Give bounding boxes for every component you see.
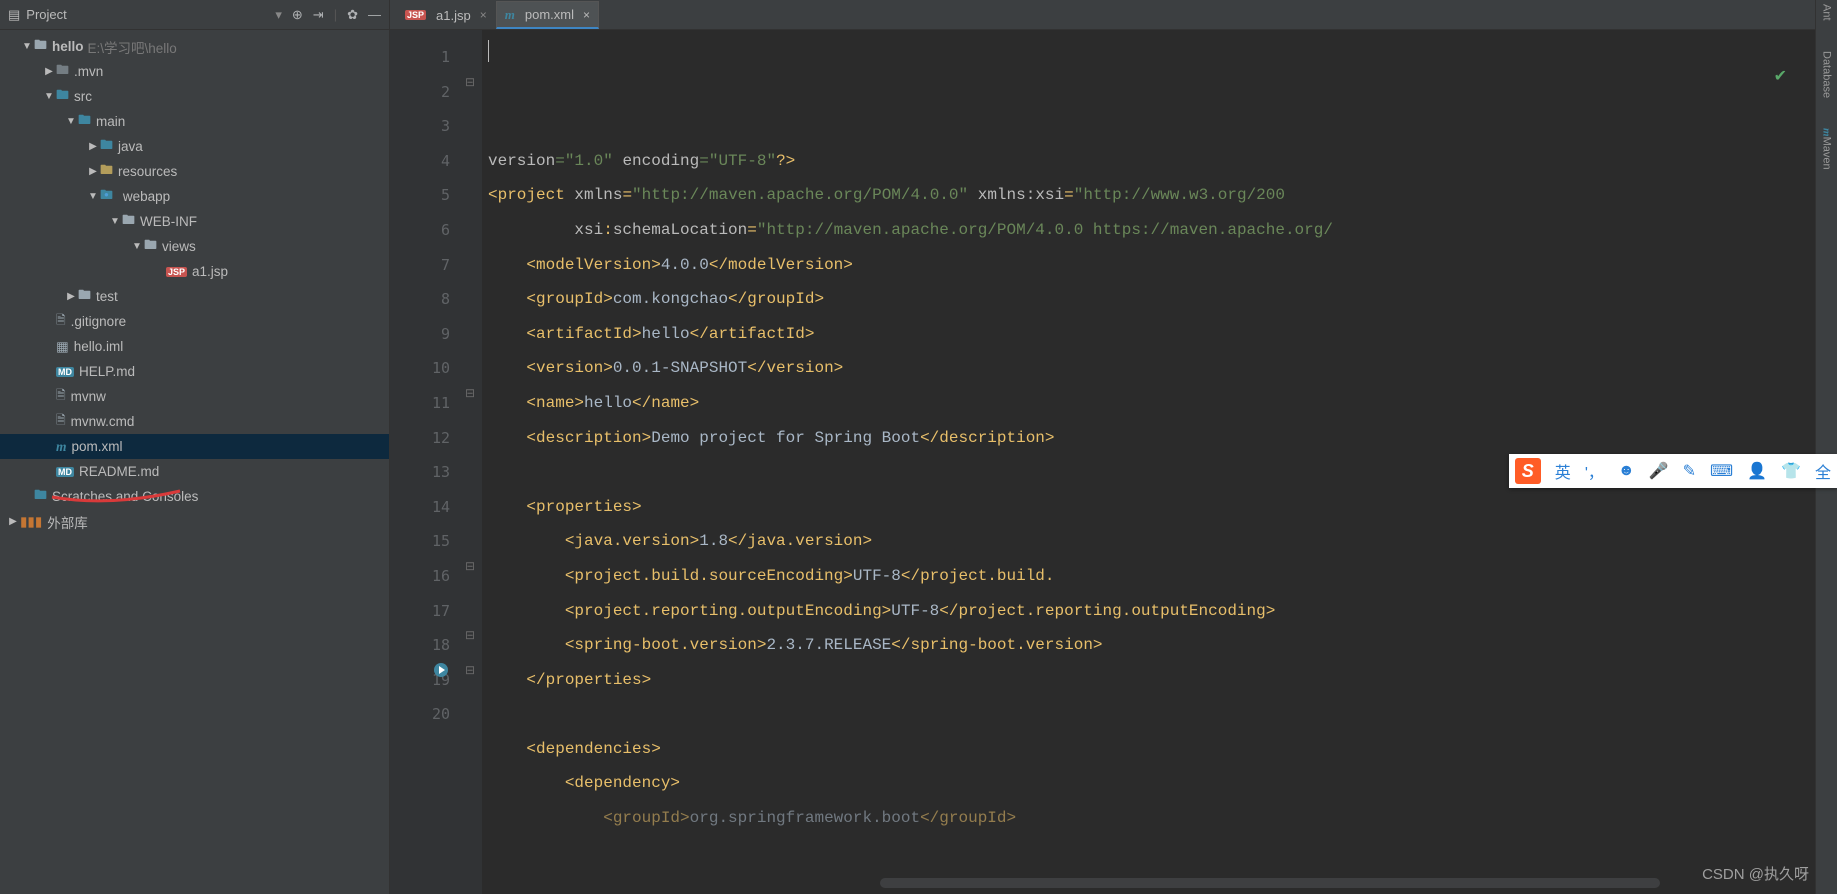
rail-database[interactable]: Database (1821, 51, 1833, 98)
expand-arrow-icon[interactable]: ▼ (42, 91, 56, 102)
tree-item-help-md[interactable]: MDHELP.md (0, 359, 389, 384)
fold-icon[interactable]: ⊟ (463, 663, 477, 677)
ime-pen-icon[interactable]: ✎ (1683, 461, 1696, 481)
tree-item-hello-iml[interactable]: ▦hello.iml (0, 334, 389, 359)
tree-item-scratches-and-consoles[interactable]: 🖿Scratches and Consoles (0, 484, 389, 509)
project-tree[interactable]: ▼🖿helloE:\学习吧\hello▶🖿.mvn▼🖿src▼🖿main▶🖿ja… (0, 30, 389, 894)
divider: | (334, 7, 337, 22)
right-tool-rail: Ant Database mMaven (1815, 0, 1837, 894)
inspection-ok-icon[interactable]: ✔ (1774, 66, 1787, 86)
ime-emoji-icon[interactable]: ☻ (1618, 462, 1635, 480)
ime-punct-icon[interactable]: '， (1585, 459, 1604, 483)
watermark: CSDN @执久呀 (1702, 863, 1809, 884)
expand-arrow-icon[interactable]: ▼ (86, 191, 100, 202)
tree-item-a1-jsp[interactable]: JSPa1.jsp (0, 259, 389, 284)
sidebar-header: ▤ Project ▾ ⊕ ⇥ | ✿ — (0, 0, 389, 30)
editor-area: JSPa1.jsp×mpom.xml× ✔ 123456789101112131… (390, 0, 1815, 894)
expand-arrow-icon[interactable]: ▼ (108, 216, 122, 227)
ime-skin-icon[interactable]: 👕 (1781, 461, 1801, 481)
locate-icon[interactable]: ⊕ (292, 7, 303, 23)
tab-pom-xml[interactable]: mpom.xml× (496, 1, 599, 29)
collapse-icon[interactable]: ⇥ (313, 7, 324, 23)
tree-item-pom-xml[interactable]: mpom.xml (0, 434, 389, 459)
fold-icon[interactable]: ⊟ (463, 386, 477, 400)
tree-item--mvn[interactable]: ▶🖿.mvn (0, 59, 389, 84)
ime-voice-icon[interactable]: 🎤 (1649, 461, 1669, 481)
expand-arrow-icon[interactable]: ▼ (20, 41, 34, 52)
tree-item-main[interactable]: ▼🖿main (0, 109, 389, 134)
fold-column[interactable]: ⊟ ⊟ ⊟ ⊟ ⊟ (460, 30, 482, 894)
expand-arrow-icon[interactable]: ▶ (86, 141, 100, 152)
tree-item-readme-md[interactable]: MDREADME.md (0, 459, 389, 484)
ime-user-icon[interactable]: 👤 (1747, 461, 1767, 481)
ime-full[interactable]: 全 (1815, 459, 1831, 483)
line-gutter[interactable]: 1234567891011121314151617181920 (390, 30, 460, 894)
fold-icon[interactable]: ⊟ (463, 628, 477, 642)
tree-item----[interactable]: ▶▮▮▮外部库 (0, 509, 389, 534)
expand-arrow-icon[interactable]: ▶ (86, 166, 100, 177)
tree-item-web-inf[interactable]: ▼🖿WEB-INF (0, 209, 389, 234)
run-config-icon[interactable] (432, 661, 450, 679)
expand-arrow-icon[interactable]: ▶ (42, 66, 56, 77)
expand-arrow-icon[interactable]: ▼ (64, 116, 78, 127)
expand-arrow-icon[interactable]: ▶ (64, 291, 78, 302)
horizontal-scrollbar[interactable] (880, 878, 1660, 888)
close-icon[interactable]: × (583, 8, 590, 22)
editor-tabs: JSPa1.jsp×mpom.xml× (390, 0, 1815, 30)
fold-icon[interactable]: ⊟ (463, 559, 477, 573)
ime-toolbar[interactable]: S 英 '， ☻ 🎤 ✎ ⌨ 👤 👕 全 (1509, 454, 1837, 488)
ime-keyboard-icon[interactable]: ⌨ (1710, 461, 1733, 481)
expand-arrow-icon[interactable]: ▶ (6, 516, 20, 527)
fold-icon[interactable]: ⊟ (463, 75, 477, 89)
tree-item-src[interactable]: ▼🖿src (0, 84, 389, 109)
rail-ant[interactable]: Ant (1821, 4, 1833, 21)
text-caret (488, 40, 489, 62)
tree-item-mvnw[interactable]: 🗎mvnw (0, 384, 389, 409)
chevron-down-icon[interactable]: ▾ (275, 7, 282, 23)
project-sidebar: ▤ Project ▾ ⊕ ⇥ | ✿ — ▼🖿helloE:\学习吧\hell… (0, 0, 390, 894)
tree-item-mvnw-cmd[interactable]: 🗎mvnw.cmd (0, 409, 389, 434)
close-icon[interactable]: × (480, 8, 487, 22)
gear-icon[interactable]: ✿ (347, 7, 358, 23)
tree-item-hello[interactable]: ▼🖿helloE:\学习吧\hello (0, 34, 389, 59)
tab-a1-jsp[interactable]: JSPa1.jsp× (396, 1, 496, 29)
ime-lang[interactable]: 英 (1555, 459, 1571, 483)
sidebar-title[interactable]: Project (26, 7, 271, 22)
tree-item-views[interactable]: ▼🖿views (0, 234, 389, 259)
tree-item-java[interactable]: ▶🖿java (0, 134, 389, 159)
project-icon: ▤ (8, 7, 20, 23)
hide-icon[interactable]: — (368, 7, 381, 22)
expand-arrow-icon[interactable]: ▼ (130, 241, 144, 252)
rail-maven[interactable]: mMaven (1821, 128, 1833, 170)
tree-item-webapp[interactable]: ▼🖿●webapp (0, 184, 389, 209)
ime-logo-icon[interactable]: S (1515, 458, 1541, 484)
tree-item--gitignore[interactable]: 🗎.gitignore (0, 309, 389, 334)
tree-item-resources[interactable]: ▶🖿resources (0, 159, 389, 184)
tree-item-test[interactable]: ▶🖿test (0, 284, 389, 309)
